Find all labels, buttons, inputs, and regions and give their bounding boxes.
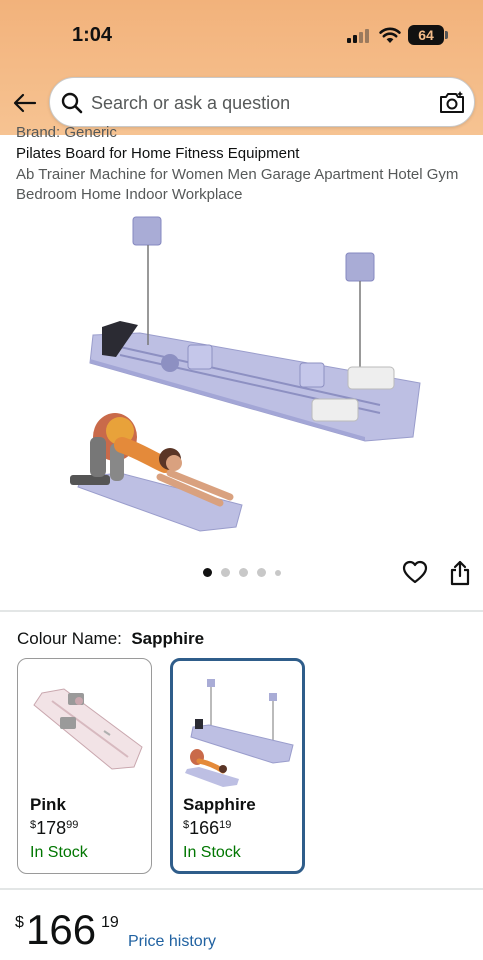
price-fraction: 99 — [66, 819, 79, 831]
product-page: 1:04 64 Search or ask a question Brand: … — [0, 0, 483, 960]
divider — [0, 888, 483, 890]
price-fraction: 19 — [219, 819, 232, 831]
back-button[interactable] — [10, 88, 40, 118]
colour-selected-value: Sapphire — [131, 629, 205, 648]
image-carousel-dots[interactable] — [203, 568, 281, 577]
battery-tip — [445, 31, 448, 39]
option-stock: In Stock — [183, 844, 241, 861]
carousel-dot[interactable] — [221, 568, 230, 577]
share-icon[interactable] — [448, 560, 472, 586]
option-price: $17899 — [30, 818, 78, 839]
option-name: Pink — [30, 795, 66, 814]
carousel-dot[interactable] — [257, 568, 266, 577]
price-whole: 166 — [26, 906, 97, 953]
colour-option-pink[interactable]: Pink $17899 In Stock — [17, 658, 152, 874]
search-box[interactable] — [49, 77, 475, 127]
option-thumbnail — [33, 688, 143, 770]
colour-label-text: Colour Name: — [17, 629, 122, 648]
search-input[interactable] — [91, 88, 421, 118]
price-whole: 178 — [36, 818, 67, 838]
battery-indicator: 64 — [408, 25, 444, 45]
search-icon — [61, 92, 83, 114]
divider — [0, 610, 483, 612]
price-fraction: 19 — [101, 914, 119, 931]
product-title: Pilates Board for Home Fitness Equipment — [16, 145, 300, 162]
cellular-signal-icon — [347, 29, 371, 43]
option-thumbnail — [185, 679, 294, 787]
carousel-dot[interactable] — [239, 568, 248, 577]
wifi-icon — [379, 27, 401, 43]
heart-icon[interactable] — [402, 560, 428, 584]
option-price: $16619 — [183, 818, 231, 839]
arrow-left-icon — [13, 93, 37, 113]
colour-name-label: Colour Name: Sapphire — [17, 629, 204, 649]
carousel-dot[interactable] — [203, 568, 212, 577]
camera-lens-icon[interactable] — [438, 89, 466, 117]
price-history-link[interactable]: Price history — [128, 933, 216, 951]
price-currency: $ — [15, 914, 24, 931]
product-subtitle: Ab Trainer Machine for Women Men Garage … — [16, 166, 459, 203]
carousel-dot[interactable] — [275, 569, 281, 576]
price-whole: 166 — [189, 818, 220, 838]
option-name: Sapphire — [183, 795, 256, 814]
status-time: 1:04 — [72, 24, 113, 46]
header: 1:04 64 — [0, 0, 483, 135]
status-bar: 1:04 64 — [0, 0, 483, 70]
product-image[interactable] — [60, 205, 430, 545]
colour-option-sapphire[interactable]: Sapphire $16619 In Stock — [170, 658, 305, 874]
option-stock: In Stock — [30, 844, 88, 861]
product-brand[interactable]: Brand: Generic — [16, 126, 117, 139]
